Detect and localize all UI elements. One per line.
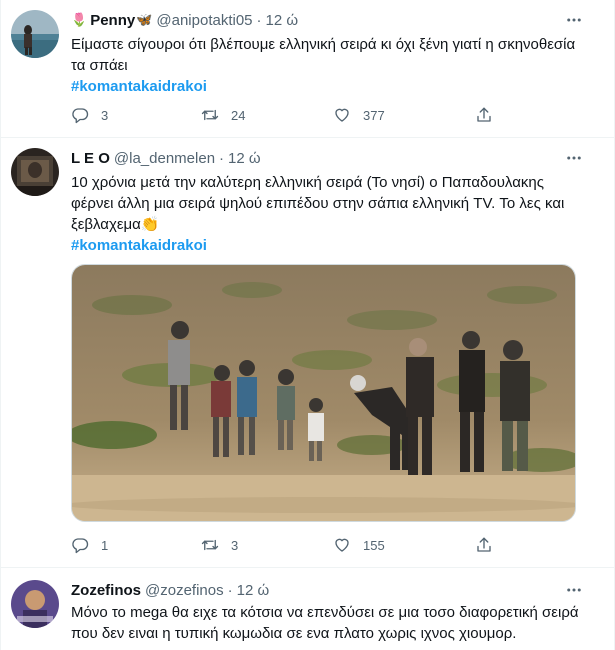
display-name[interactable]: Zozefinos — [71, 582, 141, 599]
heart-icon — [335, 538, 349, 552]
share-icon — [477, 537, 491, 552]
tweet-body: Μόνο το mega θα ειχε τα κότσια να επενδύ… — [71, 604, 579, 642]
hashtag-link[interactable]: #komantakaidrakoi — [71, 76, 591, 97]
tweet-actions: 3 24 377 — [71, 106, 501, 126]
retweet-count: 24 — [231, 107, 246, 123]
user-handle[interactable]: @anipotakti05 — [156, 12, 252, 29]
more-options-button[interactable] — [564, 148, 584, 168]
like-count: 155 — [363, 537, 385, 553]
timestamp[interactable]: 12 ώ — [228, 150, 261, 167]
tweet-text: Μόνο το mega θα ειχε τα κότσια να επενδύ… — [71, 602, 591, 644]
share-icon — [477, 107, 491, 122]
reply-count: 3 — [101, 107, 109, 123]
tweet-body: 10 χρόνια μετά την καλύτερη ελληνική σει… — [71, 174, 565, 233]
share-button[interactable] — [475, 536, 493, 554]
name-emoji-flower: 🌷 — [71, 12, 88, 27]
separator-dot: · — [219, 149, 225, 167]
tweet-text: 10 χρόνια μετά την καλύτερη ελληνική σει… — [71, 172, 586, 256]
reply-count: 1 — [101, 537, 109, 553]
retweet-count: 3 — [231, 537, 239, 553]
more-horizontal-icon — [567, 156, 581, 160]
retweet-icon — [201, 109, 219, 121]
separator-dot: · — [227, 581, 233, 599]
name-emoji-butterfly: 🦋 — [136, 12, 153, 27]
avatar[interactable] — [11, 10, 59, 58]
reply-button[interactable]: 3 — [71, 106, 108, 124]
user-handle[interactable]: @la_denmelen — [114, 150, 215, 167]
like-count: 377 — [363, 107, 385, 123]
share-button[interactable] — [475, 106, 493, 124]
more-options-button[interactable] — [564, 10, 584, 30]
more-options-button[interactable] — [564, 580, 584, 600]
timestamp[interactable]: 12 ώ — [237, 582, 270, 599]
hashtag-link[interactable]: #komantakaidrakoi — [71, 235, 586, 256]
separator-dot: · — [256, 11, 262, 29]
retweet-button[interactable]: 24 — [201, 106, 245, 124]
reply-icon — [72, 108, 89, 124]
retweet-button[interactable]: 3 — [201, 536, 238, 554]
like-button[interactable]: 377 — [333, 106, 385, 124]
tweet[interactable]: Zozefinos @zozefinos · 12 ώ Μόνο το mega… — [1, 568, 614, 650]
avatar[interactable] — [11, 148, 59, 196]
tweet-text: Είμαστε σίγουροι ότι βλέπουμε ελληνική σ… — [71, 34, 591, 97]
photo-image — [72, 265, 575, 521]
tweet-photo[interactable] — [71, 264, 576, 522]
reply-icon — [72, 538, 89, 554]
timestamp[interactable]: 12 ώ — [266, 12, 299, 29]
tweet-actions: 1 3 155 — [71, 536, 501, 556]
reply-button[interactable]: 1 — [71, 536, 108, 554]
tweet-body: Είμαστε σίγουροι ότι βλέπουμε ελληνική σ… — [71, 36, 576, 74]
more-horizontal-icon — [567, 18, 581, 22]
tweet[interactable]: 🌷 Penny 🦋 @anipotakti05 · 12 ώ Είμαστε σ… — [1, 0, 614, 138]
retweet-icon — [201, 539, 219, 551]
display-name[interactable]: Penny — [90, 12, 135, 29]
more-horizontal-icon — [567, 588, 581, 592]
tweet[interactable]: L E O @la_denmelen · 12 ώ 10 χρόνια μετά… — [1, 138, 614, 568]
timeline-feed: 🌷 Penny 🦋 @anipotakti05 · 12 ώ Είμαστε σ… — [0, 0, 615, 650]
like-button[interactable]: 155 — [333, 536, 385, 554]
heart-icon — [335, 108, 349, 122]
display-name[interactable]: L E O — [71, 150, 110, 167]
avatar[interactable] — [11, 580, 59, 628]
user-handle[interactable]: @zozefinos — [145, 582, 224, 599]
